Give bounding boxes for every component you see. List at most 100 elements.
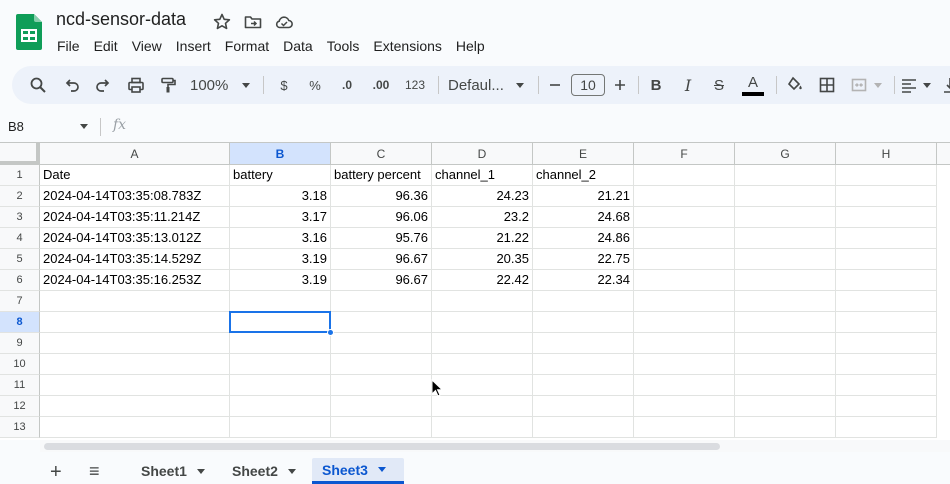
cloud-saved-icon[interactable] <box>274 12 294 32</box>
cell-h5[interactable] <box>836 249 937 270</box>
cell-d1[interactable]: channel_1 <box>432 165 533 186</box>
zoom-select[interactable]: 100% <box>190 66 254 104</box>
cell-e10[interactable] <box>533 354 634 375</box>
cell-b13[interactable] <box>230 417 331 438</box>
cell-g10[interactable] <box>735 354 836 375</box>
chevron-down-icon[interactable] <box>196 468 205 474</box>
cell-e3[interactable]: 24.68 <box>533 207 634 228</box>
cell-d6[interactable]: 22.42 <box>432 270 533 291</box>
column-header-g[interactable]: G <box>735 143 836 165</box>
cell-f2[interactable] <box>634 186 735 207</box>
cell-d2[interactable]: 24.23 <box>432 186 533 207</box>
cell-h9[interactable] <box>836 333 937 354</box>
cell-a12[interactable] <box>40 396 230 417</box>
cell-g7[interactable] <box>735 291 836 312</box>
cell-d3[interactable]: 23.2 <box>432 207 533 228</box>
cell-a13[interactable] <box>40 417 230 438</box>
cell-f12[interactable] <box>634 396 735 417</box>
menu-view[interactable]: View <box>125 36 169 58</box>
text-color-button[interactable]: A <box>740 66 766 104</box>
vertical-align-button[interactable] <box>940 66 950 104</box>
cell-b3[interactable]: 3.17 <box>230 207 331 228</box>
cell-e8[interactable] <box>533 312 634 333</box>
row-header-1[interactable]: 1 <box>0 165 40 186</box>
borders-button[interactable] <box>816 66 838 104</box>
cell-b4[interactable]: 3.16 <box>230 228 331 249</box>
cell-c1[interactable]: battery percent <box>331 165 432 186</box>
cell-a9[interactable] <box>40 333 230 354</box>
formula-input[interactable] <box>140 118 940 136</box>
strikethrough-button[interactable]: S <box>709 66 729 104</box>
cell-f8[interactable] <box>634 312 735 333</box>
column-header-a[interactable]: A <box>40 143 230 165</box>
menu-data[interactable]: Data <box>276 36 320 58</box>
cell-b2[interactable]: 3.18 <box>230 186 331 207</box>
add-sheet-button[interactable]: + <box>50 462 62 482</box>
sheets-logo-icon[interactable] <box>16 14 42 50</box>
row-header-9[interactable]: 9 <box>0 333 40 354</box>
column-header-e[interactable]: E <box>533 143 634 165</box>
cell-e12[interactable] <box>533 396 634 417</box>
cell-a7[interactable] <box>40 291 230 312</box>
more-formats-button[interactable]: 123 <box>402 66 428 104</box>
cell-f10[interactable] <box>634 354 735 375</box>
cell-e2[interactable]: 21.21 <box>533 186 634 207</box>
cell-d5[interactable]: 20.35 <box>432 249 533 270</box>
row-header-11[interactable]: 11 <box>0 375 40 396</box>
fill-handle[interactable] <box>327 329 334 336</box>
cell-b11[interactable] <box>230 375 331 396</box>
chevron-down-icon[interactable] <box>377 467 386 472</box>
cell-b6[interactable]: 3.19 <box>230 270 331 291</box>
cell-a4[interactable]: 2024-04-14T03:35:13.012Z <box>40 228 230 249</box>
horizontal-scrollbar-thumb[interactable] <box>44 443 720 450</box>
paint-format-button[interactable] <box>156 66 180 104</box>
cell-f3[interactable] <box>634 207 735 228</box>
merge-cells-button[interactable] <box>850 66 890 104</box>
cell-h11[interactable] <box>836 375 937 396</box>
cell-a8[interactable] <box>40 312 230 333</box>
menu-help[interactable]: Help <box>449 36 492 58</box>
cell-g13[interactable] <box>735 417 836 438</box>
column-header-b[interactable]: B <box>230 143 331 165</box>
cell-e13[interactable] <box>533 417 634 438</box>
active-cell-selection[interactable] <box>229 311 331 333</box>
cell-d7[interactable] <box>432 291 533 312</box>
sheet-tab-sheet2[interactable]: Sheet2 <box>222 458 306 484</box>
cell-f4[interactable] <box>634 228 735 249</box>
cell-a1[interactable]: Date <box>40 165 230 186</box>
cell-h2[interactable] <box>836 186 937 207</box>
cell-g5[interactable] <box>735 249 836 270</box>
cell-b9[interactable] <box>230 333 331 354</box>
cell-f5[interactable] <box>634 249 735 270</box>
cell-c10[interactable] <box>331 354 432 375</box>
cell-c13[interactable] <box>331 417 432 438</box>
column-header-c[interactable]: C <box>331 143 432 165</box>
cell-g3[interactable] <box>735 207 836 228</box>
cell-h1[interactable] <box>836 165 937 186</box>
fill-color-button[interactable] <box>784 66 806 104</box>
cell-h12[interactable] <box>836 396 937 417</box>
row-header-3[interactable]: 3 <box>0 207 40 228</box>
row-header-7[interactable]: 7 <box>0 291 40 312</box>
menu-format[interactable]: Format <box>218 36 276 58</box>
sheet-tab-sheet3[interactable]: Sheet3 <box>312 458 404 484</box>
row-header-10[interactable]: 10 <box>0 354 40 375</box>
cell-c6[interactable]: 96.67 <box>331 270 432 291</box>
cell-f7[interactable] <box>634 291 735 312</box>
all-sheets-button[interactable]: ≡ <box>89 461 100 481</box>
cell-e11[interactable] <box>533 375 634 396</box>
font-size-increase-button[interactable] <box>610 66 630 104</box>
cell-f13[interactable] <box>634 417 735 438</box>
cell-c7[interactable] <box>331 291 432 312</box>
redo-button[interactable] <box>91 66 115 104</box>
cell-e6[interactable]: 22.34 <box>533 270 634 291</box>
cell-h3[interactable] <box>836 207 937 228</box>
cell-e5[interactable]: 22.75 <box>533 249 634 270</box>
row-header-4[interactable]: 4 <box>0 228 40 249</box>
print-button[interactable] <box>124 66 148 104</box>
search-menus-button[interactable] <box>26 66 50 104</box>
column-header-h[interactable]: H <box>836 143 937 165</box>
cell-a11[interactable] <box>40 375 230 396</box>
cell-c12[interactable] <box>331 396 432 417</box>
currency-format-button[interactable]: $ <box>274 66 294 104</box>
